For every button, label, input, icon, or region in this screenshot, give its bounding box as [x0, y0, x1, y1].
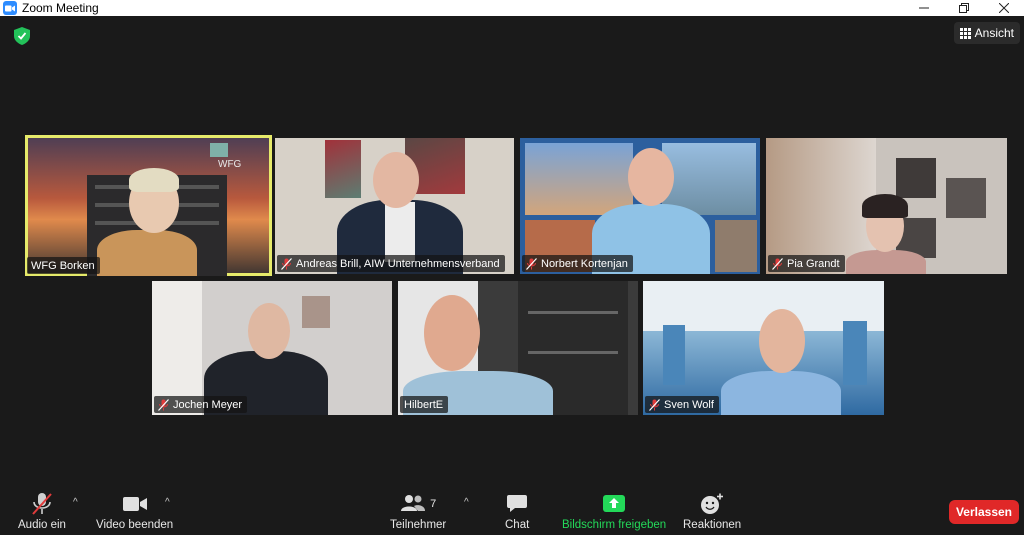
participant-name-tag: Pia Grandt — [768, 255, 845, 272]
close-button[interactable] — [984, 0, 1024, 16]
mic-muted-icon — [526, 257, 537, 270]
video-tile-andreas-brill[interactable]: Andreas Brill, AIW Unternehmensverband — [275, 138, 514, 274]
video-tile-hilberte[interactable]: HilbertE — [398, 281, 638, 415]
mic-muted-icon — [158, 398, 169, 411]
participant-name: Pia Grandt — [787, 257, 840, 270]
zoom-app-icon — [3, 1, 17, 15]
background-building-image — [662, 143, 756, 215]
wall-painting — [325, 140, 361, 198]
chat-button[interactable]: Chat — [505, 489, 529, 531]
leave-meeting-button[interactable]: Verlassen — [949, 500, 1019, 524]
video-label: Video beenden — [96, 519, 174, 531]
window-title: Zoom Meeting — [22, 1, 99, 15]
view-label: Ansicht — [974, 26, 1014, 40]
participant-name: Norbert Kortenjan — [541, 257, 628, 270]
participant-name-tag: Norbert Kortenjan — [522, 255, 633, 272]
participants-options-caret[interactable]: ^ — [464, 497, 469, 508]
reactions-button[interactable]: Reaktionen — [683, 489, 741, 531]
participant-name: Andreas Brill, AIW Unternehmensverband — [296, 257, 500, 270]
share-screen-button[interactable]: Bildschirm freigeben — [562, 489, 666, 531]
restore-button[interactable] — [944, 0, 984, 16]
reactions-icon — [700, 489, 724, 519]
audio-button[interactable]: Audio ein — [18, 489, 66, 531]
video-button[interactable]: Video beenden — [96, 489, 173, 531]
title-bar: Zoom Meeting — [0, 0, 1024, 16]
minimize-button[interactable] — [904, 0, 944, 16]
participant-name-tag: Andreas Brill, AIW Unternehmensverband — [277, 255, 505, 272]
grid-view-icon — [959, 27, 971, 39]
participant-name: Sven Wolf — [664, 398, 714, 411]
share-screen-label: Bildschirm freigeben — [562, 519, 667, 531]
video-tile-pia-grandt[interactable]: Pia Grandt — [766, 138, 1007, 274]
mic-muted-icon — [281, 257, 292, 270]
video-options-caret[interactable]: ^ — [165, 497, 170, 508]
participants-icon — [400, 494, 426, 515]
participants-count: 7 — [430, 498, 437, 510]
participant-name: WFG Borken — [31, 259, 95, 272]
audio-options-caret[interactable]: ^ — [73, 497, 78, 508]
chat-label: Chat — [505, 519, 530, 531]
reactions-label: Reaktionen — [683, 519, 742, 531]
view-button[interactable]: Ansicht — [953, 22, 1020, 44]
participant-name-tag: WFG Borken — [27, 257, 100, 274]
video-camera-icon — [122, 489, 148, 519]
mic-muted-icon — [772, 257, 783, 270]
video-tile-sven-wolf[interactable]: Sven Wolf — [643, 281, 884, 415]
security-shield-icon[interactable] — [14, 27, 30, 45]
wall-pattern — [896, 158, 936, 198]
participants-button[interactable]: 7 Teilnehmer — [390, 489, 446, 531]
participant-name-tag: Jochen Meyer — [154, 396, 248, 413]
chat-icon — [506, 489, 528, 519]
video-tile-wfg-borken[interactable]: WFG WFG Borken — [25, 135, 272, 276]
mic-muted-icon — [31, 489, 53, 519]
video-tile-norbert-kortenjan[interactable]: Norbert Kortenjan — [520, 138, 760, 274]
video-tile-jochen-meyer[interactable]: Jochen Meyer — [152, 281, 392, 415]
participant-name-tag: HilbertE — [400, 396, 449, 413]
participant-name: Jochen Meyer — [173, 398, 243, 411]
share-screen-icon — [602, 489, 626, 519]
participants-label: Teilnehmer — [390, 519, 447, 531]
audio-label: Audio ein — [18, 519, 66, 531]
participant-name-tag: Sven Wolf — [645, 396, 719, 413]
participant-name: HilbertE — [404, 398, 444, 411]
mic-muted-icon — [649, 398, 660, 411]
background-building-image — [525, 143, 633, 215]
company-logo: WFG — [210, 143, 250, 171]
wall-picture — [302, 296, 330, 328]
